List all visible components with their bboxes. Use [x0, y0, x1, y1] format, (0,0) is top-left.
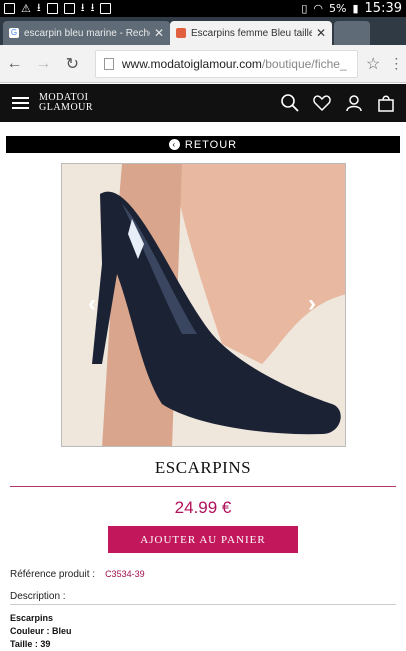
title-divider — [10, 486, 396, 487]
description-body: Escarpins Couleur : Bleu Taille : 39 — [10, 612, 72, 651]
menu-dots-icon[interactable]: ⋮ — [387, 55, 406, 72]
description-line: Taille : 39 — [10, 639, 51, 649]
signal-icon: ▮ — [352, 2, 359, 15]
product-title: ESCARPINS — [154, 458, 252, 477]
image-icon — [63, 3, 75, 14]
url-domain: www.modatoiglamour.com — [121, 56, 262, 71]
previous-image-icon[interactable]: ‹ — [82, 292, 102, 316]
description-divider — [10, 604, 396, 605]
reference-label: Référence produit : — [10, 569, 96, 580]
description-label: Description : — [10, 591, 66, 602]
back-button[interactable]: ‹ RETOUR — [6, 136, 400, 153]
tab-product[interactable]: Escarpins femme Bleu taille ✕ — [170, 21, 332, 45]
close-tab-icon[interactable]: ✕ — [316, 26, 326, 40]
chevron-left-icon: ‹ — [168, 139, 180, 150]
hamburger-menu-icon[interactable] — [12, 97, 29, 109]
shopping-bag-icon[interactable] — [376, 93, 396, 113]
url-path: /boutique/fiche_ — [261, 56, 347, 71]
site-favicon-icon — [176, 28, 186, 38]
page-icon — [103, 57, 114, 70]
close-tab-icon[interactable]: ✕ — [154, 26, 164, 40]
heart-icon[interactable] — [312, 93, 332, 113]
reference-value: C3534-39 — [105, 569, 145, 579]
bag-icon — [100, 3, 112, 14]
site-header: MODATOI GLAMOUR — [0, 84, 406, 122]
next-image-icon[interactable]: › — [302, 292, 322, 316]
clock: 15:39 — [364, 1, 402, 16]
bookmark-star-icon[interactable]: ☆ — [360, 54, 387, 74]
vibrate-icon: ▯ — [301, 2, 308, 15]
reload-icon[interactable]: ↻ — [58, 54, 87, 74]
battery-level: 5% — [329, 2, 347, 15]
download-icon: ⭳ — [36, 1, 41, 14]
product-image: ‹ › — [61, 163, 346, 447]
product-price: 24.99 € — [174, 498, 232, 517]
tab-title: escarpin bleu marine - Reche — [24, 27, 150, 39]
tab-title: Escarpins femme Bleu taille — [191, 27, 312, 39]
wifi-icon: ◠ — [313, 2, 324, 15]
description-line: Escarpins — [10, 613, 54, 623]
download-icon: ⭳ — [80, 1, 85, 14]
gallery-icon — [46, 3, 58, 14]
tab-strip: G escarpin bleu marine - Reche ✕ Escarpi… — [0, 17, 406, 45]
add-to-cart-button[interactable]: AJOUTER AU PANIER — [108, 526, 298, 553]
back-arrow-icon[interactable]: ← — [0, 55, 29, 73]
reference-row: Référence produit : C3534-39 — [10, 569, 145, 580]
back-label: RETOUR — [184, 138, 238, 151]
description-line: Couleur : Bleu — [10, 626, 72, 636]
address-bar[interactable]: www.modatoiglamour.com/boutique/fiche_ — [94, 49, 358, 78]
browser-toolbar: ← → ↻ www.modatoiglamour.com/boutique/fi… — [0, 45, 406, 83]
warning-icon: ⚠ — [21, 2, 31, 15]
download-icon: ⭳ — [90, 1, 95, 14]
account-icon[interactable] — [344, 93, 364, 113]
site-logo[interactable]: MODATOI GLAMOUR — [39, 93, 93, 113]
forward-arrow-icon[interactable]: → — [29, 55, 58, 73]
status-bar: ⚠ ⭳ ⭳ ⭳ ▯ ◠ 5% ▮ 15:39 — [0, 0, 406, 17]
tab-search[interactable]: G escarpin bleu marine - Reche ✕ — [3, 21, 170, 45]
screenshot-icon — [4, 3, 15, 14]
logo-line-2: GLAMOUR — [39, 102, 94, 113]
new-tab-button[interactable] — [334, 21, 370, 45]
search-icon[interactable] — [280, 93, 300, 113]
google-favicon-icon: G — [9, 28, 19, 38]
